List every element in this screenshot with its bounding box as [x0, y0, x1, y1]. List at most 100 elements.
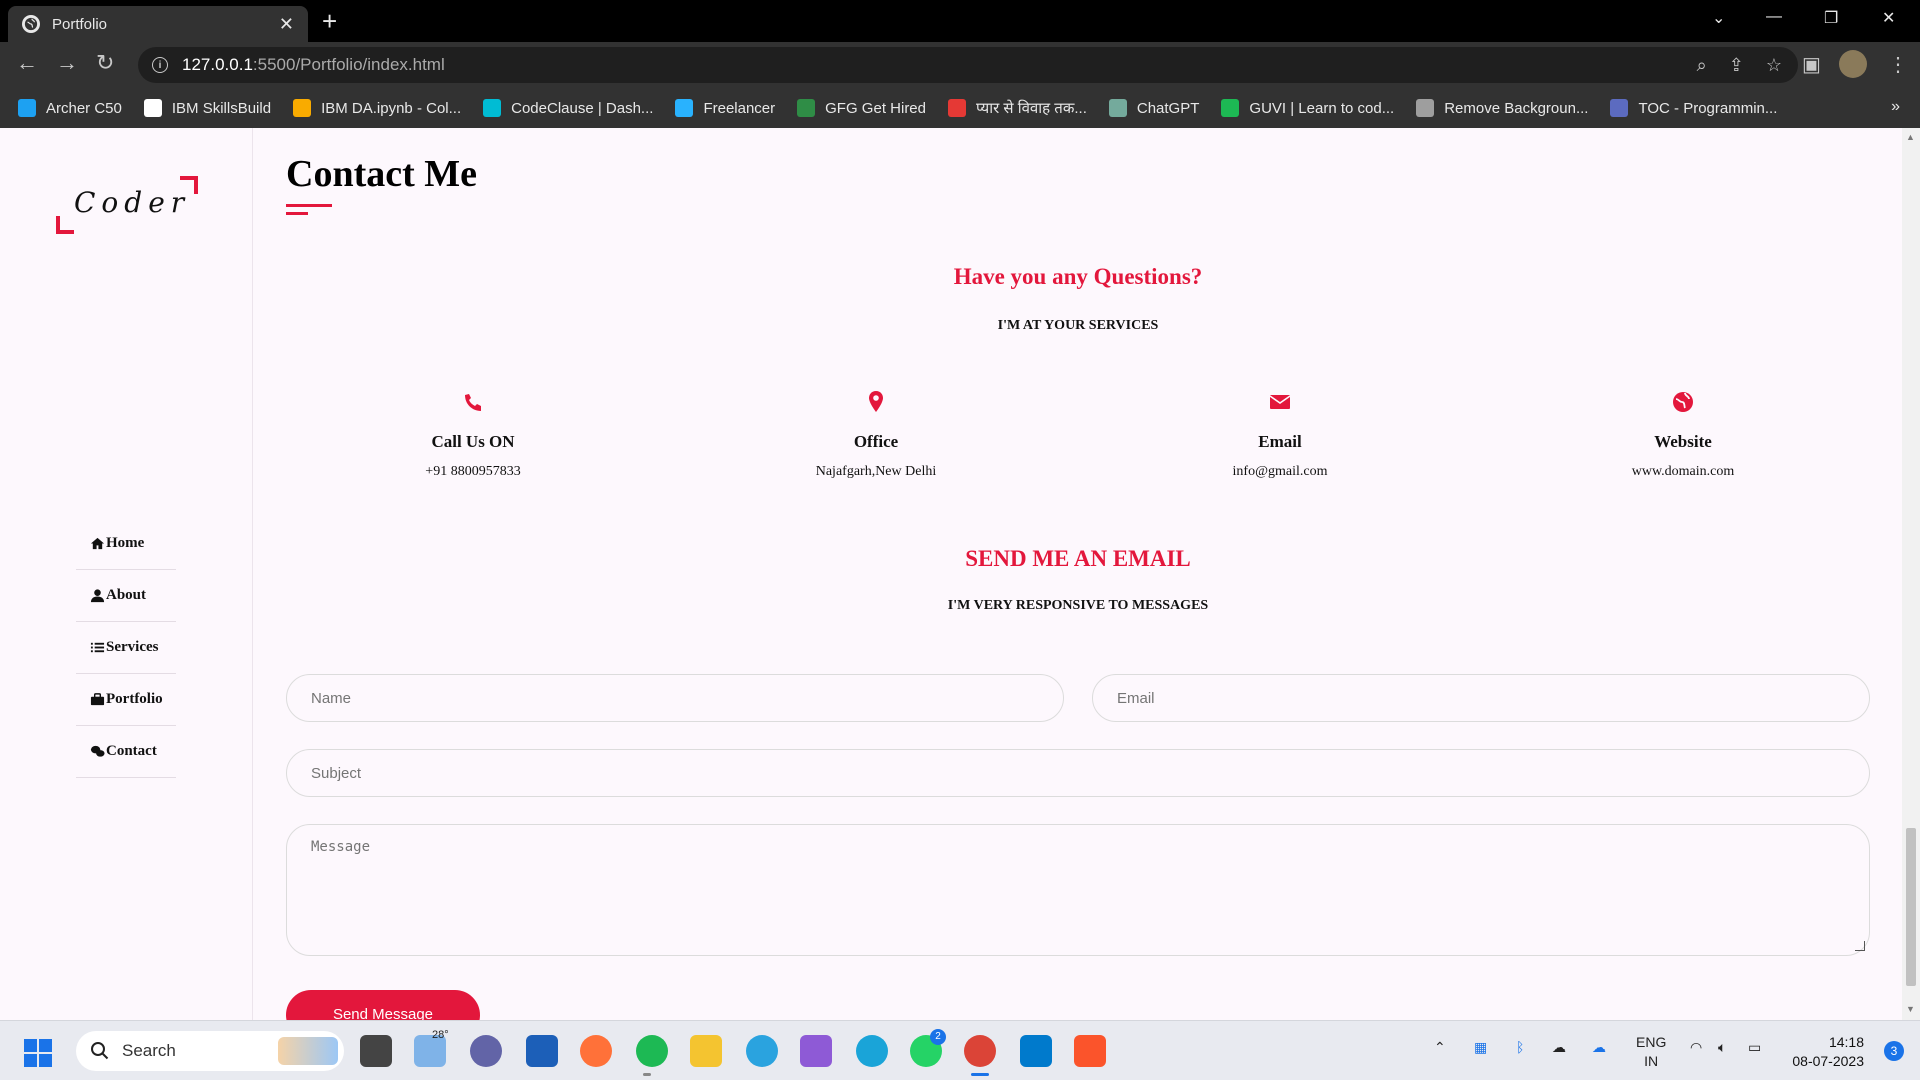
- tab-close-icon[interactable]: ✕: [279, 14, 294, 35]
- language-indicator[interactable]: ENG IN: [1636, 1033, 1666, 1071]
- clipchamp-icon[interactable]: [800, 1035, 832, 1067]
- logo-text: Coder: [74, 186, 191, 219]
- side-panel-icon[interactable]: ▣: [1802, 52, 1821, 77]
- address-bar[interactable]: i 127.0.0.1:5500/Portfolio/index.html ⌕ …: [138, 47, 1798, 83]
- tab-title: Portfolio: [52, 15, 108, 33]
- name-input[interactable]: Name: [286, 674, 1064, 722]
- task-view-icon[interactable]: [360, 1035, 392, 1067]
- vscode-icon[interactable]: [1020, 1035, 1052, 1067]
- zoom-icon[interactable]: ⌕: [1697, 55, 1707, 76]
- bookmark-favicon-icon: [483, 99, 502, 117]
- nav-item-home[interactable]: Home: [76, 518, 176, 570]
- site-info-icon[interactable]: i: [152, 57, 168, 73]
- notification-badge[interactable]: 3: [1884, 1041, 1904, 1061]
- cloud-icon[interactable]: ☁: [1552, 1039, 1566, 1056]
- battery-icon[interactable]: ▭: [1748, 1039, 1761, 1056]
- scroll-down-icon[interactable]: ▼: [1906, 1004, 1915, 1014]
- back-button[interactable]: ←: [16, 52, 38, 74]
- new-tab-button[interactable]: +: [322, 8, 337, 34]
- taskbar-search[interactable]: Search: [76, 1031, 344, 1071]
- profile-avatar[interactable]: [1839, 50, 1867, 78]
- nav-item-portfolio[interactable]: Portfolio: [76, 674, 176, 726]
- spotify-icon[interactable]: [636, 1035, 668, 1067]
- message-placeholder: Message: [311, 839, 371, 855]
- list-icon: [90, 642, 105, 653]
- send-message-button[interactable]: Send Message: [286, 990, 480, 1020]
- minimize-button[interactable]: —: [1766, 8, 1782, 26]
- comments-icon: [90, 745, 105, 757]
- browser-tab[interactable]: Portfolio ✕: [8, 6, 308, 42]
- bookmark-item[interactable]: CodeClause | Dash...: [483, 99, 653, 117]
- restore-button[interactable]: ❐: [1824, 8, 1838, 28]
- tray-app-icon[interactable]: ▦: [1474, 1039, 1487, 1056]
- firefox-icon[interactable]: [580, 1035, 612, 1067]
- bookmark-item[interactable]: IBM DA.ipynb - Col...: [293, 99, 461, 117]
- tray-chevron-icon[interactable]: ⌃: [1434, 1039, 1446, 1056]
- location-pin-icon: [869, 391, 883, 412]
- bookmark-item[interactable]: IBM SkillsBuild: [143, 99, 271, 117]
- weather-icon[interactable]: 28°: [414, 1029, 449, 1067]
- info-card-office: Office Najafgarh,New Delhi: [746, 390, 1006, 480]
- telegram-icon[interactable]: [746, 1035, 778, 1067]
- bookmark-favicon-icon: [1416, 99, 1435, 117]
- bookmarks-overflow-icon[interactable]: »: [1891, 98, 1900, 116]
- edge-icon[interactable]: [856, 1035, 888, 1067]
- logo[interactable]: Coder: [56, 176, 198, 234]
- info-value-website: www.domain.com: [1631, 464, 1735, 479]
- bookmark-item[interactable]: GUVI | Learn to cod...: [1221, 99, 1394, 117]
- close-window-button[interactable]: ✕: [1882, 8, 1895, 28]
- wifi-icon[interactable]: ◠: [1690, 1039, 1702, 1056]
- bookmark-favicon-icon: [18, 99, 36, 117]
- nav-item-services[interactable]: Services: [76, 622, 176, 674]
- bookmark-item[interactable]: Archer C50: [18, 99, 122, 117]
- browser-titlebar: Portfolio ✕ + ⌄ — ❐ ✕: [0, 0, 1920, 42]
- bluetooth-icon[interactable]: ᛒ: [1516, 1039, 1524, 1055]
- tab-search-chevron-icon[interactable]: ⌄: [1712, 8, 1725, 28]
- globe-icon: [1673, 392, 1693, 412]
- share-icon[interactable]: ⇪: [1729, 55, 1744, 76]
- region-code: IN: [1644, 1053, 1659, 1069]
- scroll-thumb[interactable]: [1906, 828, 1916, 986]
- bookmark-item[interactable]: Freelancer: [675, 99, 775, 117]
- bookmark-favicon-icon: [1610, 99, 1629, 117]
- reload-button[interactable]: ↻: [96, 52, 114, 74]
- page-scrollbar[interactable]: ▲ ▼: [1902, 128, 1920, 1020]
- chrome-active-indicator: [971, 1073, 989, 1076]
- bookmark-item[interactable]: TOC - Programmin...: [1610, 99, 1777, 117]
- system-clock[interactable]: 14:18 08-07-2023: [1792, 1033, 1864, 1071]
- resize-grip-icon[interactable]: [1855, 941, 1865, 951]
- volume-icon[interactable]: 🔈︎: [1718, 1039, 1726, 1056]
- nav-item-contact[interactable]: Contact: [76, 726, 176, 778]
- nav-item-about[interactable]: About: [76, 570, 176, 622]
- forward-button[interactable]: →: [56, 52, 78, 74]
- envelope-icon: [1269, 395, 1291, 409]
- scroll-up-icon[interactable]: ▲: [1906, 132, 1915, 142]
- chrome-icon[interactable]: [964, 1035, 996, 1067]
- bookmark-star-icon[interactable]: ☆: [1766, 55, 1782, 76]
- brave-icon[interactable]: [1074, 1035, 1106, 1067]
- file-explorer-icon[interactable]: [690, 1035, 722, 1067]
- menu-kebab-icon[interactable]: ⋮: [1888, 52, 1908, 77]
- title-underline-short: [286, 212, 308, 215]
- bookmark-label: CodeClause | Dash...: [511, 99, 654, 117]
- bookmark-item[interactable]: GFG Get Hired: [797, 99, 926, 117]
- url-host: 127.0.0.1: [182, 55, 253, 74]
- windows-start-icon[interactable]: [24, 1039, 52, 1067]
- whatsapp-icon[interactable]: 2: [910, 1029, 946, 1067]
- message-textarea[interactable]: Message: [286, 824, 1870, 956]
- email-input[interactable]: Email: [1092, 674, 1870, 722]
- bookmark-item[interactable]: Remove Backgroun...: [1416, 99, 1588, 117]
- bookmark-item[interactable]: ChatGPT: [1108, 99, 1199, 117]
- bookmark-label: TOC - Programmin...: [1638, 99, 1778, 117]
- microsoft-store-icon[interactable]: [526, 1035, 558, 1067]
- search-highlight-image: [278, 1037, 338, 1065]
- bookmark-favicon-icon: [1221, 99, 1240, 117]
- subject-input[interactable]: Subject: [286, 749, 1870, 797]
- teams-chat-icon[interactable]: [470, 1035, 502, 1067]
- bookmark-favicon-icon: [143, 99, 162, 117]
- page-title: Contact Me: [286, 153, 477, 195]
- bookmark-item[interactable]: प्यार से विवाह तक...: [948, 98, 1087, 118]
- info-label-phone: Call Us ON: [431, 432, 515, 451]
- onedrive-icon[interactable]: ☁: [1592, 1039, 1606, 1056]
- info-value-office: Najafgarh,New Delhi: [815, 464, 937, 479]
